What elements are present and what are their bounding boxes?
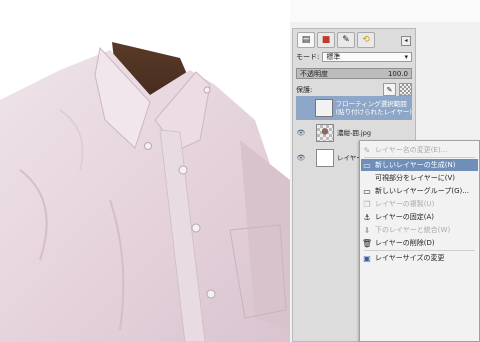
menu-item-layer-boundary-size[interactable]: ▣ レイヤーサイズの変更 [361,252,478,264]
dock-tab-row: ▤ ■ ✎ ⟲ [297,32,375,48]
layer-thumbnail [316,149,334,167]
image-canvas[interactable] [0,0,290,342]
menu-item-new-from-visible[interactable]: 可視部分をレイヤーに(V) [361,172,478,184]
anchor-icon: ⚓ [363,212,371,222]
menu-item-anchor-layer[interactable]: ⚓ レイヤーの固定(A) [361,211,478,223]
mode-row: モード: 標準 ▾ [296,52,412,62]
mode-value: 標準 [326,53,341,61]
tab-menu-arrow-icon[interactable]: ◂ [401,36,411,46]
lock-row: 保護: ✎ [296,83,412,96]
menu-item-delete-layer[interactable]: 🗑 レイヤーの削除(D) [361,237,478,249]
lock-pixels-icon[interactable]: ✎ [383,83,396,96]
menu-item-label: レイヤーの削除(D) [375,239,435,247]
menu-item-label: レイヤーの固定(A) [375,213,435,221]
trash-icon: 🗑 [361,238,373,248]
menu-item-label: レイヤーサイズの変更 [375,254,445,262]
merge-down-icon: ⬇ [363,225,371,235]
menu-item-label: レイヤーの複製(U) [375,200,435,208]
undo-tab-glyph: ⟲ [362,35,370,45]
opacity-label: 不透明度 [300,69,328,78]
opacity-value: 100.0 [387,69,408,78]
undo-tab-icon[interactable]: ⟲ [357,32,375,48]
layer-name: 濃紺-囲.jpg [337,129,371,137]
folder-icon: ▭ [363,186,371,196]
menu-separator [364,157,475,158]
duplicate-icon: ❐ [363,199,371,209]
lock-alpha-icon[interactable] [399,83,412,96]
layer-name: フローティング選択範囲 (貼り付けられたレイヤー) [335,100,412,116]
menu-item-merge-down[interactable]: ⬇ 下のレイヤーと統合(W) [361,224,478,236]
channels-tab-icon[interactable]: ■ [317,32,335,48]
new-layer-icon: ▭ [363,160,371,170]
layer-thumbnail [315,99,333,117]
rename-icon: ✎ [363,145,371,155]
visibility-eye-icon[interactable]: 👁 [296,154,306,162]
chevron-down-icon: ▾ [404,53,408,61]
mode-label: モード: [296,53,320,61]
menu-item-label: 下のレイヤーと統合(W) [375,226,451,234]
opacity-spinner[interactable]: 不透明度 100.0 [296,68,412,79]
dock-top-band [290,0,480,22]
menu-item-label: 新しいレイヤーの生成(N) [375,161,456,169]
layer-row-floating[interactable]: フローティング選択範囲 (貼り付けられたレイヤー) [296,96,412,120]
resize-icon: ▣ [363,253,371,263]
paths-tab-icon[interactable]: ✎ [337,32,355,48]
layers-tab-glyph: ▤ [301,35,311,45]
layers-tab-icon[interactable]: ▤ [297,32,315,48]
layers-context-menu: ✎ レイヤー名の変更(E)... ▭ 新しいレイヤーの生成(N) 可視部分をレイ… [359,140,480,342]
menu-separator [364,250,475,251]
menu-item-rename-layer[interactable]: ✎ レイヤー名の変更(E)... [361,144,478,156]
menu-item-label: レイヤー名の変更(E)... [375,146,448,154]
menu-item-duplicate-layer[interactable]: ❐ レイヤーの複製(U) [361,198,478,210]
lock-label: 保護: [296,85,313,94]
menu-item-label: 可視部分をレイヤーに(V) [375,174,456,182]
paths-tab-glyph: ✎ [342,35,350,45]
channels-tab-glyph: ■ [321,35,331,45]
visibility-eye-icon[interactable]: 👁 [296,129,306,137]
menu-item-new-layer-group[interactable]: ▭ 新しいレイヤーグループ(G)... [361,185,478,197]
mode-select[interactable]: 標準 ▾ [322,52,412,62]
menu-item-new-layer[interactable]: ▭ 新しいレイヤーの生成(N) [361,159,478,171]
shirt-photo [0,42,290,342]
menu-item-label: 新しいレイヤーグループ(G)... [375,187,469,195]
layer-thumbnail [316,124,334,142]
